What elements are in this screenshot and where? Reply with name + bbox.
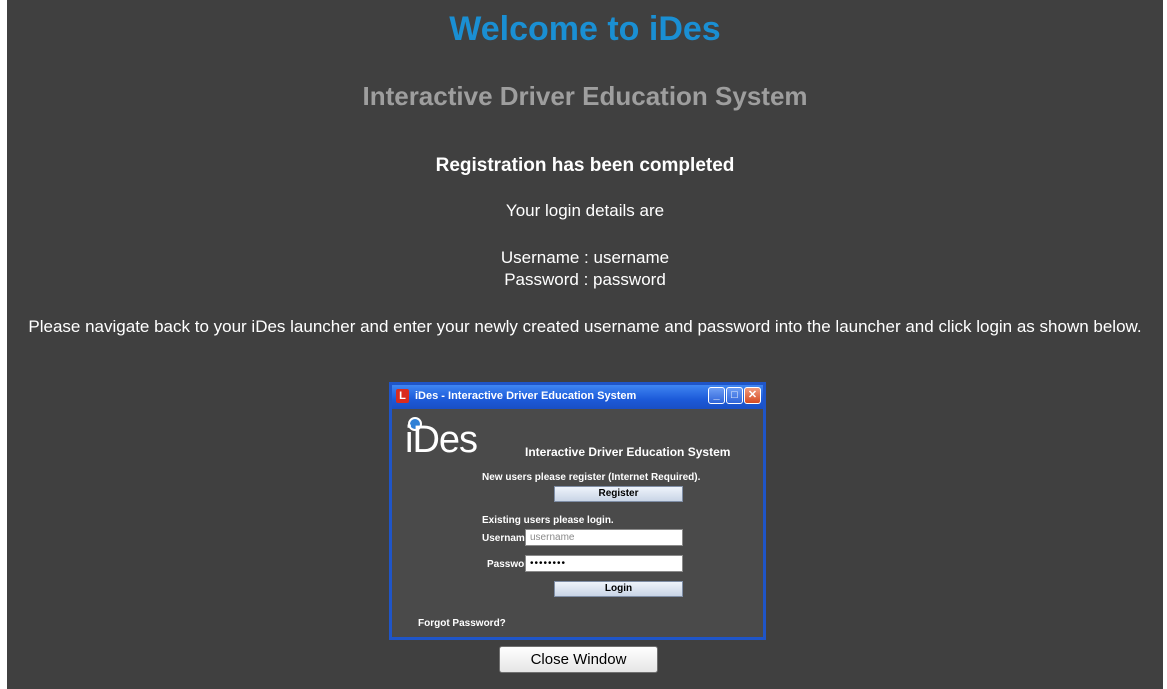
completion-message: Registration has been completed	[435, 155, 735, 176]
launcher-titlebar: L iDes - Interactive Driver Education Sy…	[392, 385, 763, 409]
app-icon: L	[396, 389, 409, 403]
username-field: username	[525, 529, 683, 546]
page-subtitle: Interactive Driver Education System	[362, 81, 808, 111]
close-window-button[interactable]: Close Window	[499, 646, 658, 673]
username-label: Username	[482, 533, 531, 544]
credentials: Username : username Password : password	[7, 247, 1163, 291]
new-users-text: New users please register (Internet Requ…	[482, 472, 701, 483]
minimize-icon: _	[708, 387, 725, 404]
instruction-text: Please navigate back to your iDes launch…	[28, 317, 1142, 336]
login-button: Login	[554, 581, 683, 597]
password-line: Password : password	[504, 270, 666, 289]
password-field: ••••••••	[525, 555, 683, 572]
close-icon: ✕	[744, 387, 761, 404]
register-button: Register	[554, 486, 683, 502]
username-line: Username : username	[500, 248, 670, 267]
ides-logo: iDes	[405, 419, 478, 461]
page-title: Welcome to iDes	[449, 10, 721, 48]
launcher-window-title: iDes - Interactive Driver Education Syst…	[415, 390, 637, 402]
maximize-icon: □	[726, 387, 743, 404]
existing-users-text: Existing users please login.	[482, 515, 614, 526]
launcher-heading: Interactive Driver Education System	[525, 445, 731, 459]
forgot-password-link: Forgot Password?	[418, 618, 506, 629]
details-intro: Your login details are	[505, 201, 665, 220]
launcher-screenshot: L iDes - Interactive Driver Education Sy…	[389, 382, 766, 640]
